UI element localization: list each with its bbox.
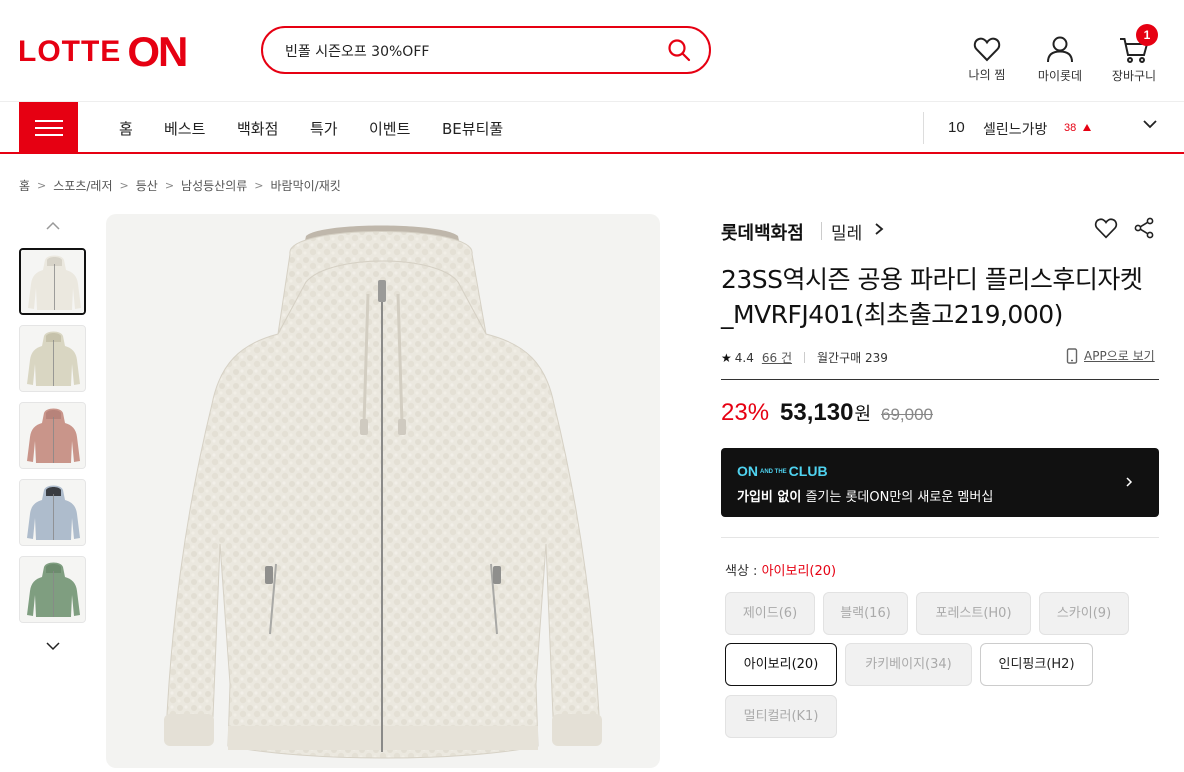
breadcrumb-item[interactable]: 스포츠/레저 bbox=[53, 177, 112, 194]
breadcrumb-item[interactable]: 남성등산의류 bbox=[181, 177, 247, 194]
rating-value: 4.4 bbox=[734, 350, 754, 365]
heart-icon[interactable] bbox=[1094, 217, 1118, 239]
color-option[interactable]: 포레스트(H0) bbox=[916, 592, 1031, 635]
color-option[interactable]: 제이드(6) bbox=[725, 592, 815, 635]
thumbnail-3[interactable] bbox=[19, 402, 86, 469]
color-option[interactable]: 카키베이지(34) bbox=[845, 643, 972, 686]
cart-count-badge: 1 bbox=[1136, 24, 1158, 46]
open-in-app-link[interactable]: APP으로 보기 bbox=[1066, 347, 1155, 364]
chevron-up-icon[interactable] bbox=[45, 220, 61, 232]
chevron-down-icon[interactable] bbox=[45, 640, 61, 652]
category-menu-button[interactable] bbox=[19, 102, 78, 154]
nav-item-department[interactable]: 백화점 bbox=[237, 118, 278, 139]
fleece-jacket-illustration bbox=[164, 225, 602, 759]
mobile-icon bbox=[1066, 347, 1078, 364]
brand-name-link[interactable]: 밀레 bbox=[831, 219, 862, 244]
share-icon[interactable] bbox=[1133, 217, 1155, 239]
store-name[interactable]: 롯데백화점 bbox=[721, 219, 804, 245]
product-title: 23SS역시즌 공용 파라디 플리스후디자켓_MVRFJ401(최초출고219,… bbox=[721, 265, 1143, 329]
club-logo: ON AND THE CLUB bbox=[737, 463, 828, 479]
main-nav: 홈 베스트 백화점 특가 이벤트 BE뷰티풀 10 셀린느가방 38 bbox=[0, 102, 1184, 154]
nav-divider bbox=[923, 112, 924, 144]
color-option[interactable]: 아이보리(20) bbox=[725, 643, 837, 686]
site-header: LOTTE ON 나의 찜 마이롯데 장바구니 1 bbox=[0, 0, 1184, 102]
nav-item-deal[interactable]: 특가 bbox=[310, 118, 338, 139]
color-option[interactable]: 인디핑크(H2) bbox=[980, 643, 1093, 686]
thumbnail-1[interactable] bbox=[19, 248, 86, 315]
nav-item-beauty[interactable]: BE뷰티풀 bbox=[442, 118, 503, 139]
chevron-right-icon: > bbox=[254, 179, 264, 192]
brand-divider bbox=[821, 222, 822, 240]
original-price: 69,000 bbox=[881, 405, 934, 424]
thumbnail-jacket-icon bbox=[20, 326, 85, 391]
review-count-link[interactable]: 66 건 bbox=[762, 349, 792, 366]
on-the-club-banner[interactable]: ON AND THE CLUB 가입비 없이 즐기는 롯데ON만의 새로운 멤버십 bbox=[721, 448, 1159, 517]
chevron-right-icon: > bbox=[164, 179, 175, 192]
thumbnail-jacket-icon bbox=[21, 250, 84, 313]
breadcrumb-item[interactable]: 등산 bbox=[136, 177, 158, 194]
thumbnail-4[interactable] bbox=[19, 479, 86, 546]
color-option-label: 색상 : 아이보리(20) bbox=[725, 564, 837, 579]
search-box bbox=[261, 26, 711, 74]
thumbnail-jacket-icon bbox=[20, 480, 85, 545]
chevron-right-icon: > bbox=[37, 179, 47, 192]
wishlist-button[interactable]: 나의 찜 bbox=[957, 36, 1017, 83]
price-row: 23% 53,130 원 69,000 bbox=[721, 399, 933, 427]
chevron-right-icon bbox=[1126, 477, 1133, 487]
thumbnail-2[interactable] bbox=[19, 325, 86, 392]
discount-rate: 23% bbox=[721, 399, 770, 426]
breadcrumb-item[interactable]: 홈 bbox=[19, 177, 30, 194]
star-icon: ★ bbox=[721, 350, 732, 365]
search-icon[interactable] bbox=[667, 38, 691, 62]
breadcrumb-item[interactable]: 바람막이/재킷 bbox=[271, 177, 341, 194]
ranking-keyword[interactable]: 셀린느가방 bbox=[983, 119, 1047, 139]
color-option[interactable]: 블랙(16) bbox=[823, 592, 908, 635]
user-icon bbox=[1047, 36, 1073, 63]
currency-unit: 원 bbox=[854, 404, 872, 425]
color-option[interactable]: 멀티컬러(K1) bbox=[725, 695, 837, 738]
nav-item-home[interactable]: 홈 bbox=[119, 118, 133, 139]
monthly-purchases: 월간구매 239 bbox=[816, 351, 888, 365]
lotteon-logo[interactable]: LOTTE ON bbox=[18, 28, 188, 75]
product-main-image[interactable] bbox=[106, 214, 660, 768]
sale-price: 53,130 bbox=[780, 399, 854, 426]
product-meta: ★ 4.4 66 건 월간구매 239 bbox=[721, 349, 888, 366]
nav-item-best[interactable]: 베스트 bbox=[164, 118, 205, 139]
search-input[interactable] bbox=[285, 40, 655, 62]
selected-color: 아이보리(20) bbox=[761, 564, 837, 579]
nav-item-event[interactable]: 이벤트 bbox=[369, 118, 410, 139]
club-description: 가입비 없이 즐기는 롯데ON만의 새로운 멤버십 bbox=[737, 490, 994, 505]
ranking-change: 38 bbox=[1064, 122, 1077, 134]
rank-up-icon bbox=[1083, 124, 1091, 131]
my-lotte-button[interactable]: 마이롯데 bbox=[1030, 36, 1090, 84]
thumbnail-jacket-icon bbox=[20, 557, 85, 622]
breadcrumb: 홈 > 스포츠/레저 > 등산 > 남성등산의류 > 바람막이/재킷 bbox=[19, 177, 341, 194]
chevron-right-icon: > bbox=[119, 179, 129, 192]
chevron-down-icon[interactable] bbox=[1142, 116, 1158, 132]
heart-icon bbox=[973, 37, 1001, 62]
thumbnail-5[interactable] bbox=[19, 556, 86, 623]
thumbnail-jacket-icon bbox=[20, 403, 85, 468]
ranking-number: 10 bbox=[948, 119, 965, 136]
cart-button[interactable]: 장바구니 bbox=[1104, 36, 1164, 84]
chevron-right-icon[interactable] bbox=[874, 222, 884, 236]
color-option[interactable]: 스카이(9) bbox=[1039, 592, 1129, 635]
